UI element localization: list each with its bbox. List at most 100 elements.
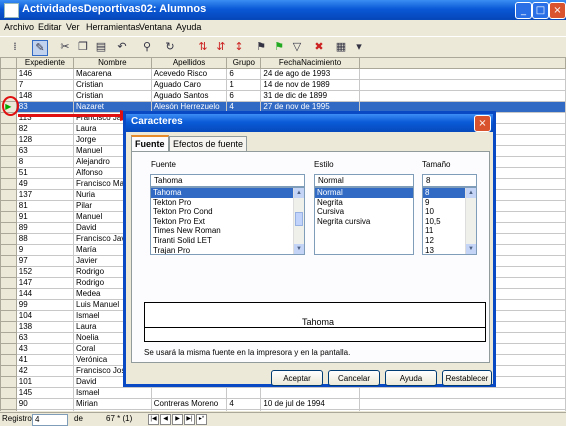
menu-archivo[interactable]: Archivo — [4, 22, 34, 32]
cell-nombre[interactable]: Ismael — [73, 387, 152, 399]
cell-expediente[interactable]: 145 — [15, 387, 75, 399]
find-icon[interactable]: ⚲ — [140, 40, 154, 54]
font-list-item[interactable]: Tahoma — [151, 188, 304, 198]
menu-ver[interactable]: Ver — [66, 22, 80, 32]
row-header[interactable] — [0, 321, 17, 333]
cell-expediente[interactable]: 63 — [15, 332, 75, 344]
row-header[interactable] — [0, 211, 17, 223]
row-header[interactable] — [0, 387, 17, 399]
row-header[interactable] — [0, 376, 17, 388]
standard-filter-icon[interactable]: ▽ — [290, 40, 304, 54]
refresh-icon[interactable]: ↻ — [163, 40, 177, 54]
cut-icon[interactable]: ✂ — [58, 40, 72, 54]
row-header[interactable] — [0, 145, 17, 157]
row-header[interactable] — [0, 365, 17, 377]
cell-expediente[interactable]: 138 — [15, 321, 75, 333]
cell-expediente[interactable]: 43 — [15, 343, 75, 355]
scroll-down-icon[interactable]: ▼ — [294, 244, 304, 254]
menu-editar[interactable]: Editar — [38, 22, 62, 32]
font-list-item[interactable]: Tekton Pro Cond — [151, 207, 304, 217]
font-list-item[interactable]: Tiranti Solid LET — [151, 236, 304, 246]
cell-expediente[interactable]: 81 — [15, 200, 75, 212]
font-list[interactable]: Tahoma Tekton Pro Tekton Pro Cond Tekton Pr… — [150, 187, 305, 255]
copy-icon[interactable]: ❐ — [76, 40, 90, 54]
cell-nombre[interactable]: Macarena — [73, 68, 152, 80]
row-header[interactable] — [0, 79, 17, 91]
font-list-item[interactable]: Trajan Pro — [151, 246, 304, 254]
font-name-field[interactable]: Tahoma — [150, 174, 305, 187]
first-record-icon[interactable]: |◀ — [148, 414, 159, 425]
style-list-item[interactable]: Normal — [315, 188, 413, 198]
style-list-item[interactable]: Negrita — [315, 198, 413, 208]
column-header-expediente[interactable]: Expediente — [15, 57, 75, 69]
table-row[interactable]: 146 Macarena Acevedo Risco 6 24 de ago de 19… — [0, 68, 566, 80]
cell-expediente[interactable]: 128 — [15, 134, 75, 146]
aceptar-button[interactable]: Aceptar — [271, 370, 323, 386]
cell-expediente[interactable]: 90 — [15, 398, 75, 410]
row-header[interactable] — [0, 178, 17, 190]
table-row[interactable]: 90 Mirian Contreras Moreno 4 10 de jul de 19… — [0, 398, 566, 410]
style-list-item[interactable]: Negrita cursiva — [315, 217, 413, 227]
menu-herramientas[interactable]: Herramientas — [86, 22, 140, 32]
close-button[interactable]: × — [549, 2, 566, 19]
minimize-button[interactable]: _ — [515, 2, 532, 19]
cell-grupo[interactable]: 4 — [226, 398, 262, 410]
font-list-scrollbar[interactable]: ▲ ▼ — [293, 188, 304, 254]
ayuda-button[interactable]: Ayuda — [385, 370, 437, 386]
row-header[interactable] — [0, 123, 17, 135]
cell-expediente[interactable]: 91 — [15, 211, 75, 223]
column-header-grupo[interactable]: Grupo — [226, 57, 262, 69]
new-record-icon[interactable]: ▸* — [196, 414, 207, 425]
cell-expediente[interactable]: 146 — [15, 68, 75, 80]
font-list-item[interactable]: Times New Roman — [151, 226, 304, 236]
table-row[interactable]: 145 Ismael — [0, 387, 566, 399]
row-header[interactable] — [0, 167, 17, 179]
cell-expediente[interactable]: 147 — [15, 277, 75, 289]
cell-expediente[interactable]: 8 — [15, 156, 75, 168]
dialog-close-button[interactable]: × — [474, 115, 491, 132]
style-field[interactable]: Normal — [314, 174, 414, 187]
autofilter-icon[interactable]: ⚑ — [254, 40, 268, 54]
cell-fechanacimiento[interactable]: 31 de dic de 1899 — [260, 90, 360, 102]
row-header[interactable] — [0, 398, 17, 410]
menu-ventana[interactable]: Ventana — [139, 22, 172, 32]
cell-expediente[interactable]: 104 — [15, 310, 75, 322]
cell-expediente[interactable]: 49 — [15, 178, 75, 190]
size-list[interactable]: 8 9 10 10,5 11 12 13 ▲ ▼ — [422, 187, 477, 255]
cell-grupo[interactable]: 6 — [226, 90, 262, 102]
cell-fechanacimiento[interactable]: 6 de ago de 1994 — [260, 409, 360, 411]
cell-expediente[interactable]: 88 — [15, 233, 75, 245]
cell-grupo[interactable]: 1 — [226, 79, 262, 91]
tab-efectos-de-fuente[interactable]: Efectos de fuente — [169, 136, 248, 151]
table-row[interactable]: 7 Cristian Aguado Caro 1 14 de nov de 1989 — [0, 79, 566, 91]
size-field[interactable]: 8 — [422, 174, 477, 187]
row-header[interactable] — [0, 409, 17, 411]
cell-apellidos[interactable]: Aguado Caro — [150, 79, 228, 91]
row-header[interactable] — [0, 156, 17, 168]
scroll-thumb[interactable] — [295, 212, 303, 226]
row-header[interactable] — [0, 189, 17, 201]
style-list[interactable]: Normal Negrita Cursiva Negrita cursiva — [314, 187, 414, 255]
cell-expediente[interactable]: 9 — [15, 244, 75, 256]
cell-expediente[interactable]: 99 — [15, 299, 75, 311]
scroll-up-icon[interactable]: ▲ — [294, 188, 304, 198]
restablecer-button[interactable]: Restablecer — [442, 370, 492, 386]
maximize-button[interactable]: □ — [532, 2, 549, 19]
prev-record-icon[interactable]: ◀ — [160, 414, 171, 425]
edit-icon[interactable]: ✎ — [32, 40, 48, 56]
sort-ascending-icon[interactable]: ⇅ — [196, 40, 210, 54]
cell-expediente[interactable]: 152 — [15, 266, 75, 278]
scroll-down-icon[interactable]: ▼ — [466, 244, 476, 254]
cell-nombre[interactable]: Mirian — [73, 398, 152, 410]
row-header[interactable] — [0, 310, 17, 322]
cell-fechanacimiento[interactable]: 14 de nov de 1989 — [260, 79, 360, 91]
cell-expediente[interactable]: 41 — [15, 354, 75, 366]
row-header[interactable] — [0, 222, 17, 234]
cell-expediente[interactable]: 89 — [15, 222, 75, 234]
size-list-scrollbar[interactable]: ▲ ▼ — [465, 188, 476, 254]
toolbar-options-icon[interactable]: ▾ — [352, 40, 366, 54]
row-header[interactable] — [0, 200, 17, 212]
cancelar-button[interactable]: Cancelar — [328, 370, 380, 386]
row-header[interactable] — [0, 343, 17, 355]
cell-apellidos[interactable] — [150, 387, 228, 399]
